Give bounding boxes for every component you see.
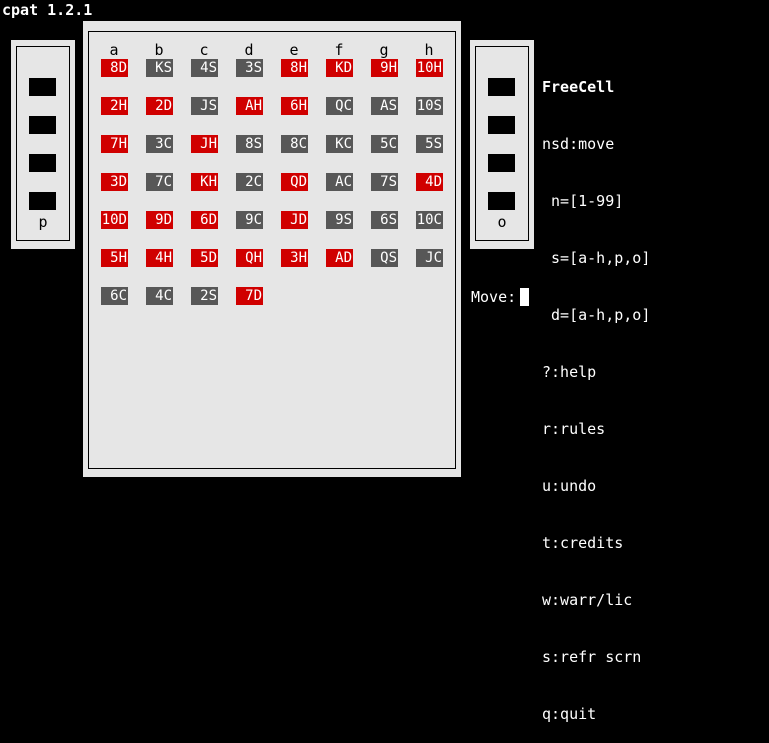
card[interactable]: JC xyxy=(416,249,443,267)
card[interactable]: QS xyxy=(371,249,398,267)
card[interactable]: 9H xyxy=(371,59,398,77)
card[interactable]: JS xyxy=(191,97,218,115)
card[interactable]: JD xyxy=(281,211,308,229)
card[interactable]: 7D xyxy=(236,287,263,305)
free-cell-slot[interactable] xyxy=(29,192,56,210)
card[interactable]: QH xyxy=(236,249,263,267)
card[interactable]: 3H xyxy=(281,249,308,267)
card[interactable]: 6D xyxy=(191,211,218,229)
column-header-b: b xyxy=(154,41,164,59)
foundation-slot[interactable] xyxy=(488,192,515,210)
game-name: FreeCell xyxy=(542,78,615,96)
free-cell-slot[interactable] xyxy=(29,116,56,134)
help-line: w:warr/lic xyxy=(542,591,633,609)
card[interactable]: 3C xyxy=(146,135,173,153)
card[interactable]: 4S xyxy=(191,59,218,77)
card[interactable]: 7S xyxy=(371,173,398,191)
tableau-panel xyxy=(83,21,461,477)
card[interactable]: 5S xyxy=(416,135,443,153)
help-line: ?:help xyxy=(542,363,597,381)
free-cells-panel: p xyxy=(11,40,75,249)
column-header-g: g xyxy=(379,41,389,59)
column-header-d: d xyxy=(244,41,254,59)
card[interactable]: 2C xyxy=(236,173,263,191)
card[interactable]: 10D xyxy=(101,211,128,229)
card[interactable]: 8C xyxy=(281,135,308,153)
help-line: r:rules xyxy=(542,420,606,438)
text-cursor xyxy=(520,288,530,306)
card[interactable]: 2H xyxy=(101,97,128,115)
card[interactable]: 6H xyxy=(281,97,308,115)
card[interactable]: 2S xyxy=(191,287,218,305)
card[interactable]: QC xyxy=(326,97,353,115)
card[interactable]: 5H xyxy=(101,249,128,267)
card[interactable]: AC xyxy=(326,173,353,191)
card[interactable]: AD xyxy=(326,249,353,267)
card[interactable]: JH xyxy=(191,135,218,153)
card[interactable]: KH xyxy=(191,173,218,191)
card[interactable]: 9D xyxy=(146,211,173,229)
card[interactable]: KS xyxy=(146,59,173,77)
move-prompt-label: Move: xyxy=(471,288,517,306)
card[interactable]: 9S xyxy=(326,211,353,229)
card[interactable]: 10H xyxy=(416,59,443,77)
foundation-slot[interactable] xyxy=(488,78,515,96)
help-line: t:credits xyxy=(542,534,624,552)
card[interactable]: 3D xyxy=(101,173,128,191)
card[interactable]: 8H xyxy=(281,59,308,77)
help-line: s:refr scrn xyxy=(542,648,642,666)
card[interactable]: 8S xyxy=(236,135,263,153)
foundation-slot[interactable] xyxy=(488,116,515,134)
card[interactable]: AH xyxy=(236,97,263,115)
foundation-slot[interactable] xyxy=(488,154,515,172)
column-header-a: a xyxy=(109,41,119,59)
card[interactable]: KC xyxy=(326,135,353,153)
card[interactable]: 6C xyxy=(101,287,128,305)
help-line: d=[a-h,p,o] xyxy=(542,306,651,324)
card[interactable]: 3S xyxy=(236,59,263,77)
help-panel: FreeCell nsd:move n=[1-99] s=[a-h,p,o] d… xyxy=(542,40,650,743)
foundations-label: o xyxy=(497,213,507,231)
column-header-h: h xyxy=(424,41,434,59)
card[interactable]: 7C xyxy=(146,173,173,191)
column-header-c: c xyxy=(199,41,209,59)
free-cell-slot[interactable] xyxy=(29,154,56,172)
free-cells-label: p xyxy=(38,213,48,231)
app-title: cpat 1.2.1 xyxy=(2,1,93,19)
help-line: q:quit xyxy=(542,705,597,723)
card[interactable]: 4C xyxy=(146,287,173,305)
free-cell-slot[interactable] xyxy=(29,78,56,96)
card[interactable]: KD xyxy=(326,59,353,77)
move-prompt: Move: xyxy=(471,288,530,306)
card[interactable]: 2D xyxy=(146,97,173,115)
card[interactable]: 4D xyxy=(416,173,443,191)
card[interactable]: QD xyxy=(281,173,308,191)
card[interactable]: 7H xyxy=(101,135,128,153)
card[interactable]: 5C xyxy=(371,135,398,153)
foundations-panel: o xyxy=(470,40,534,249)
card[interactable]: 8D xyxy=(101,59,128,77)
card[interactable]: 4H xyxy=(146,249,173,267)
help-line: n=[1-99] xyxy=(542,192,624,210)
column-header-e: e xyxy=(289,41,299,59)
help-line: u:undo xyxy=(542,477,597,495)
card[interactable]: 9C xyxy=(236,211,263,229)
help-line: nsd:move xyxy=(542,135,615,153)
column-header-f: f xyxy=(334,41,344,59)
help-line: s=[a-h,p,o] xyxy=(542,249,651,267)
card[interactable]: 10C xyxy=(416,211,443,229)
card[interactable]: 5D xyxy=(191,249,218,267)
card[interactable]: 6S xyxy=(371,211,398,229)
card[interactable]: 10S xyxy=(416,97,443,115)
card[interactable]: AS xyxy=(371,97,398,115)
